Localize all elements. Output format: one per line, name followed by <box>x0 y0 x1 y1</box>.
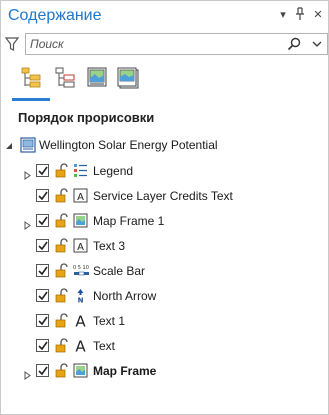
pin-icon <box>296 7 304 20</box>
chevron-down-icon[interactable] <box>312 39 322 49</box>
lock-icon[interactable] <box>55 238 69 253</box>
lock-icon[interactable] <box>55 263 69 278</box>
layer-label: Map Frame 1 <box>93 214 165 228</box>
collapsed-arrow-icon[interactable] <box>24 217 32 230</box>
layer-label: Scale Bar <box>93 264 146 278</box>
section-title: Порядок прорисовки <box>18 110 155 125</box>
lock-icon[interactable] <box>55 163 69 178</box>
tab-selection[interactable] <box>52 66 80 92</box>
drawing-order-icon <box>21 67 41 88</box>
map-frame-icon <box>73 213 88 228</box>
search-box[interactable] <box>25 33 328 55</box>
svg-text:A: A <box>75 338 86 353</box>
collapsed-arrow-icon[interactable] <box>24 167 32 180</box>
check-icon <box>38 316 48 326</box>
view-tabs <box>1 61 328 101</box>
expanded-arrow-icon[interactable] <box>5 142 13 150</box>
collapsed-arrow-icon[interactable] <box>24 367 32 380</box>
north-arrow-icon: N <box>73 288 88 305</box>
selection-icon <box>55 67 75 88</box>
text-icon: A <box>73 313 88 331</box>
svg-text:A: A <box>77 192 84 203</box>
layer-row[interactable]: Map Frame 1 <box>1 210 328 234</box>
tab-tables[interactable] <box>114 66 142 92</box>
visibility-checkbox[interactable] <box>36 364 49 377</box>
lock-icon[interactable] <box>55 288 69 303</box>
text-icon: A <box>73 338 88 356</box>
map-frames-icon <box>87 67 107 87</box>
layout-name: Wellington Solar Energy Potential <box>39 138 218 152</box>
layer-row[interactable]: Map Frame <box>1 360 328 384</box>
layer-label: North Arrow <box>93 289 157 303</box>
layer-label: Text 3 <box>93 239 126 253</box>
options-menu-button[interactable]: ▾ <box>276 7 290 23</box>
lock-icon[interactable] <box>55 363 69 378</box>
layer-row[interactable]: A Service Layer Credits Text <box>1 185 328 209</box>
contents-pane: Содержание ▾ ✕ Поиск Порядок прорисовки … <box>0 0 329 415</box>
lock-icon[interactable] <box>55 313 69 328</box>
layer-row[interactable]: Legend <box>1 160 328 184</box>
check-icon <box>38 216 48 226</box>
svg-text:A: A <box>75 313 86 328</box>
visibility-checkbox[interactable] <box>36 314 49 327</box>
map-frame-icon <box>73 363 88 378</box>
layout-row[interactable]: Wellington Solar Energy Potential <box>1 135 328 157</box>
svg-text:A: A <box>77 242 84 253</box>
layer-label: Service Layer Credits Text <box>93 189 233 203</box>
check-icon <box>38 341 48 351</box>
scale-bar-icon: 0 5 10 <box>73 263 89 278</box>
lock-icon[interactable] <box>55 338 69 353</box>
lock-icon[interactable] <box>55 213 69 228</box>
close-button[interactable]: ✕ <box>311 7 325 23</box>
visibility-checkbox[interactable] <box>36 289 49 302</box>
layer-row[interactable]: N North Arrow <box>1 285 328 309</box>
layout-icon <box>20 137 36 153</box>
visibility-checkbox[interactable] <box>36 214 49 227</box>
title-bar: Содержание ▾ ✕ <box>1 1 328 31</box>
tables-icon <box>117 67 139 89</box>
layer-label: Map Frame <box>93 364 157 378</box>
layer-label: Text 1 <box>93 314 126 328</box>
visibility-checkbox[interactable] <box>36 239 49 252</box>
dynamic-text-icon: A <box>73 238 88 253</box>
visibility-checkbox[interactable] <box>36 339 49 352</box>
layer-row[interactable]: A Text 1 <box>1 310 328 334</box>
layer-row[interactable]: A Text 3 <box>1 235 328 259</box>
layer-label: Text <box>93 339 116 353</box>
legend-icon <box>73 163 88 178</box>
visibility-checkbox[interactable] <box>36 164 49 177</box>
check-icon <box>38 166 48 176</box>
pane-title: Содержание <box>8 7 102 24</box>
check-icon <box>38 191 48 201</box>
lock-icon[interactable] <box>55 188 69 203</box>
svg-text:0 5 10: 0 5 10 <box>73 265 89 271</box>
visibility-checkbox[interactable] <box>36 189 49 202</box>
pin-button[interactable] <box>293 7 307 23</box>
filter-icon[interactable] <box>5 36 19 52</box>
dynamic-text-icon: A <box>73 188 88 203</box>
layer-row[interactable]: 0 5 10 Scale Bar <box>1 260 328 284</box>
check-icon <box>38 266 48 276</box>
check-icon <box>38 291 48 301</box>
search-icon[interactable] <box>287 37 301 51</box>
svg-text:N: N <box>78 297 84 304</box>
search-row <box>1 33 328 57</box>
layer-row[interactable]: A Text <box>1 335 328 359</box>
tab-map-frames[interactable] <box>84 66 112 92</box>
search-input[interactable] <box>30 36 280 52</box>
visibility-checkbox[interactable] <box>36 264 49 277</box>
tab-drawing-order[interactable] <box>12 66 50 101</box>
check-icon <box>38 241 48 251</box>
check-icon <box>38 366 48 376</box>
layer-label: Legend <box>93 164 134 178</box>
